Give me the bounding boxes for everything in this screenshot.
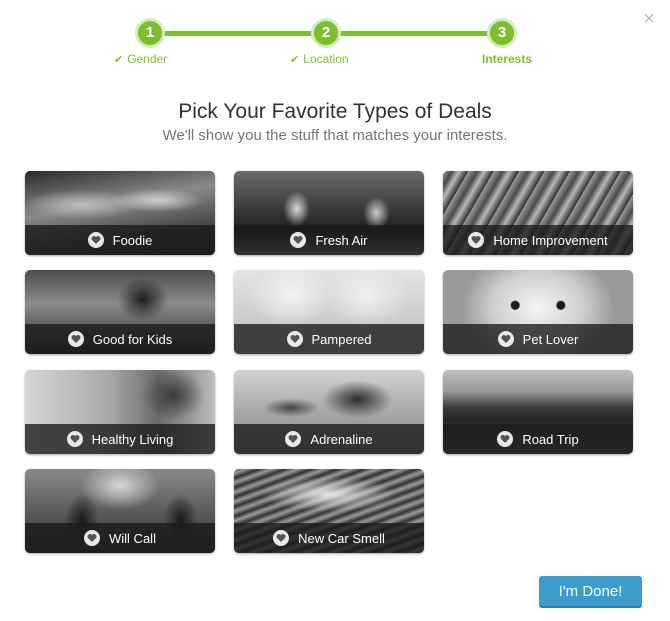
category-tile-will-call[interactable]: Will Call	[25, 469, 215, 553]
tile-label: Pampered	[311, 331, 372, 347]
tile-caption-bar: Fresh Air	[234, 225, 424, 255]
step-connector	[326, 31, 502, 36]
step-3-circle: 3	[487, 18, 517, 48]
category-tile-good-for-kids[interactable]: Good for Kids	[25, 270, 215, 354]
page-title: Pick Your Favorite Types of Deals	[178, 100, 492, 123]
heart-icon	[273, 530, 290, 546]
page-subtitle: We'll show you the stuff that matches yo…	[162, 127, 508, 144]
category-tile-new-car-smell[interactable]: New Car Smell	[234, 469, 424, 553]
tile-label: New Car Smell	[298, 530, 385, 546]
tile-caption-bar: Home Improvement	[443, 225, 633, 255]
heart-icon	[87, 232, 104, 248]
step-1-label: ✔ Gender	[114, 52, 167, 66]
category-tile-fresh-air[interactable]: Fresh Air	[234, 171, 424, 255]
tile-label: Pet Lover	[522, 331, 579, 347]
tile-label: Will Call	[109, 530, 156, 546]
tile-label: Healthy Living	[91, 431, 174, 447]
step-label-text: Gender	[127, 52, 168, 66]
category-tile-adrenaline[interactable]: Adrenaline	[234, 370, 424, 454]
tile-caption-bar: Pampered	[234, 324, 424, 354]
tile-caption-bar: Pet Lover	[443, 324, 633, 354]
heart-icon	[290, 232, 307, 248]
tile-label: Foodie	[112, 232, 153, 248]
tile-label: Adrenaline	[310, 431, 373, 447]
category-tile-healthy-living[interactable]: Healthy Living	[25, 370, 215, 454]
step-connector	[150, 31, 326, 36]
tile-label: Road Trip	[522, 431, 579, 447]
heart-icon	[285, 431, 302, 447]
tile-caption-bar: Healthy Living	[25, 424, 215, 454]
category-tile-pet-lover[interactable]: Pet Lover	[443, 270, 633, 354]
heart-icon	[286, 331, 303, 347]
step-2-label: ✔ Location	[290, 52, 349, 66]
tile-label: Good for Kids	[92, 331, 173, 347]
category-tile-foodie[interactable]: Foodie	[25, 171, 215, 255]
check-icon: ✔	[290, 53, 300, 66]
category-tile-home-improvement[interactable]: Home Improvement	[443, 171, 633, 255]
tile-caption-bar: Good for Kids	[25, 324, 215, 354]
heart-icon	[66, 431, 83, 447]
tile-caption-bar: Will Call	[25, 523, 215, 553]
tile-caption-bar: New Car Smell	[234, 523, 424, 553]
heart-icon	[497, 331, 514, 347]
tile-caption-bar: Foodie	[25, 225, 215, 255]
progress-stepper: 1 2 3 ✔ Gender ✔ Location Interests	[0, 0, 670, 80]
check-icon: ✔	[114, 53, 124, 66]
tile-caption-bar: Road Trip	[443, 424, 633, 454]
step-3-label: Interests	[482, 52, 532, 66]
step-label-text: Location	[303, 52, 349, 66]
heart-icon	[468, 232, 485, 248]
step-2-circle: 2	[311, 18, 341, 48]
tile-label: Fresh Air	[315, 232, 368, 248]
heart-icon	[84, 530, 101, 546]
step-1-circle: 1	[135, 18, 165, 48]
category-tile-road-trip[interactable]: Road Trip	[443, 370, 633, 454]
heart-icon	[497, 431, 514, 447]
heart-icon	[67, 331, 84, 347]
tile-label: Home Improvement	[493, 232, 608, 248]
category-tile-pampered[interactable]: Pampered	[234, 270, 424, 354]
tile-caption-bar: Adrenaline	[234, 424, 424, 454]
step-label-text: Interests	[482, 52, 533, 66]
done-button[interactable]: I'm Done!	[539, 576, 642, 608]
